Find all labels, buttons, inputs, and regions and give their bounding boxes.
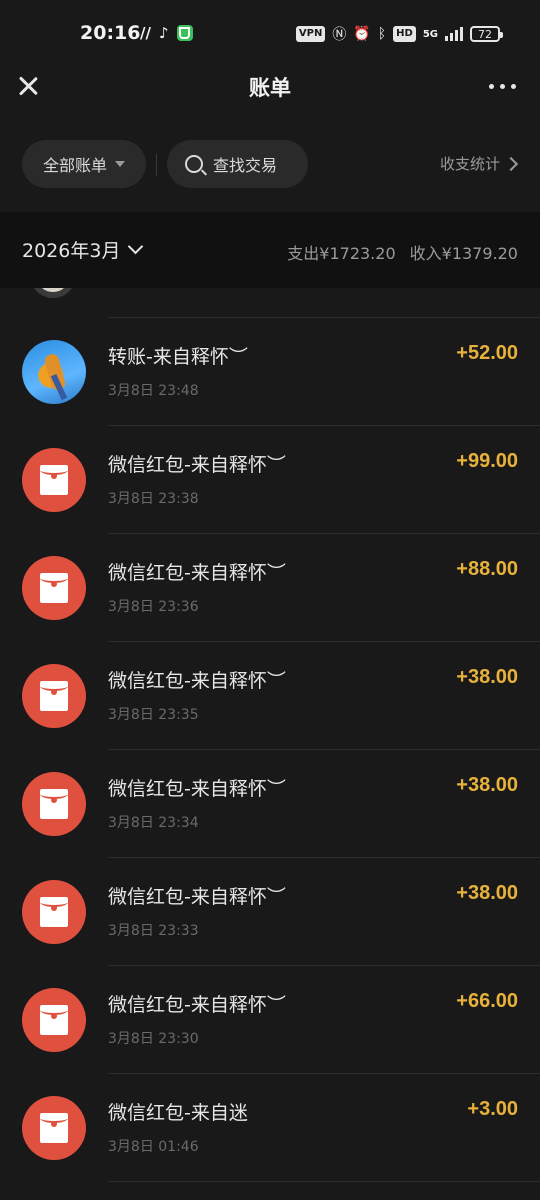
chevron-down-icon [128,238,144,255]
transaction-amount: +3.00 [467,1098,518,1120]
month-picker[interactable]: 2026年3月 [22,236,144,263]
transaction-amount: +38.00 [456,774,518,796]
more-options-icon[interactable] [489,84,516,89]
transaction-amount: +52.00 [456,342,518,364]
all-bills-filter-button[interactable]: 全部账单 [22,140,146,188]
red-packet-icon [22,448,86,512]
search-icon [185,155,203,173]
transaction-amount: +38.00 [456,666,518,688]
battery-icon: 72 [470,26,503,42]
transaction-time: 3月8日 23:36 [108,599,199,615]
transaction-amount: +38.00 [456,882,518,904]
hd-badge: HD [393,26,416,42]
red-packet-icon [22,880,86,944]
red-packet-icon [22,988,86,1052]
search-label: 查找交易 [213,156,278,175]
status-indicators: VPN Ⓝ ⏰ ᛒ HD 5G 72 [295,24,503,44]
list-item[interactable]: 微信红包-来自释怀︶ 3月8日 23:30 +66.00 [0,966,540,1074]
vpn-badge: VPN [295,26,326,42]
list-item[interactable]: 微信红包-来自释怀︶ 3月8日 23:38 +99.00 [0,426,540,534]
bluetooth-icon: ᛒ [377,26,387,42]
transaction-time: 3月8日 23:48 [108,383,199,399]
month-expense: 支出¥1723.20 [287,244,396,263]
chevron-right-icon [503,156,519,171]
month-summary: 支出¥1723.20 收入¥1379.20 [287,240,518,264]
income-expense-stats-link[interactable]: 收支统计 [439,153,519,174]
transaction-time: 3月8日 23:35 [108,707,199,723]
list-item[interactable]: 微信红包-来自释怀︶ 3月8日 23:36 +88.00 [0,534,540,642]
tiktok-icon: ♪ [158,24,169,42]
network-type-label: 5G [422,28,438,40]
transaction-title: 微信红包-来自迷 [108,1102,248,1124]
transaction-time: 3月8日 01:46 [108,1139,199,1155]
security-shield-icon [176,25,193,41]
notification-app-icon: // [140,24,151,42]
nfc-icon: Ⓝ [332,27,347,43]
transaction-time: 3月8日 23:38 [108,491,199,507]
transaction-title: 微信红包-来自释怀︶ [108,886,286,908]
red-packet-icon [22,772,86,836]
transaction-amount: +66.00 [456,990,518,1012]
list-item[interactable]: 转账-来自释怀︶ 3月8日 23:48 +52.00 [0,318,540,426]
month-income: 收入¥1379.20 [409,244,518,263]
battery-level: 72 [478,27,492,41]
filter-divider [156,154,157,176]
list-item[interactable]: 微信红包-来自释怀︶ 3月8日 23:33 +38.00 [0,858,540,966]
transaction-list: 转账-来自释怀︶ 3月8日 23:48 +52.00 微信红包-来自释怀︶ 3月… [0,288,540,1200]
month-header: 2026年3月 支出¥1723.20 收入¥1379.20 [0,212,540,288]
all-bills-label: 全部账单 [42,156,107,175]
list-item[interactable]: 微信红包-来自释怀︶ 3月8日 23:35 +38.00 [0,642,540,750]
partial-list-item[interactable] [0,288,540,318]
transaction-time: 3月8日 23:33 [108,923,199,939]
alarm-icon: ⏰ [353,26,371,42]
triangle-down-icon [115,161,125,167]
transaction-title: 转账-来自释怀︶ [108,346,248,368]
list-item[interactable]: 微信红包-来自迷 3月8日 01:46 +3.00 [0,1074,540,1182]
transaction-title: 微信红包-来自释怀︶ [108,778,286,800]
avatar [30,288,76,298]
transaction-amount: +88.00 [456,558,518,580]
transaction-time: 3月8日 23:30 [108,1031,199,1047]
filter-bar: 全部账单 查找交易 收支统计 [0,140,540,190]
status-app-icons: // ♪ [140,24,193,42]
transaction-time: 3月8日 23:34 [108,815,199,831]
divider [108,1181,540,1182]
signal-icon [445,27,463,41]
avatar [22,340,86,404]
stats-label: 收支统计 [439,155,500,173]
page-title: 账单 [249,76,291,100]
red-packet-icon [22,556,86,620]
transaction-title: 微信红包-来自释怀︶ [108,562,286,584]
nav-bar: 账单 [0,58,540,116]
search-transactions-button[interactable]: 查找交易 [167,140,308,188]
status-time: 20:16 [80,22,141,44]
transaction-title: 微信红包-来自释怀︶ [108,670,286,692]
red-packet-icon [22,1096,86,1160]
red-packet-icon [22,664,86,728]
transaction-title: 微信红包-来自释怀︶ [108,454,286,476]
transaction-amount: +99.00 [456,450,518,472]
transaction-title: 微信红包-来自释怀︶ [108,994,286,1016]
month-label: 2026年3月 [22,240,121,262]
list-item[interactable]: 微信红包-来自释怀︶ 3月8日 23:34 +38.00 [0,750,540,858]
